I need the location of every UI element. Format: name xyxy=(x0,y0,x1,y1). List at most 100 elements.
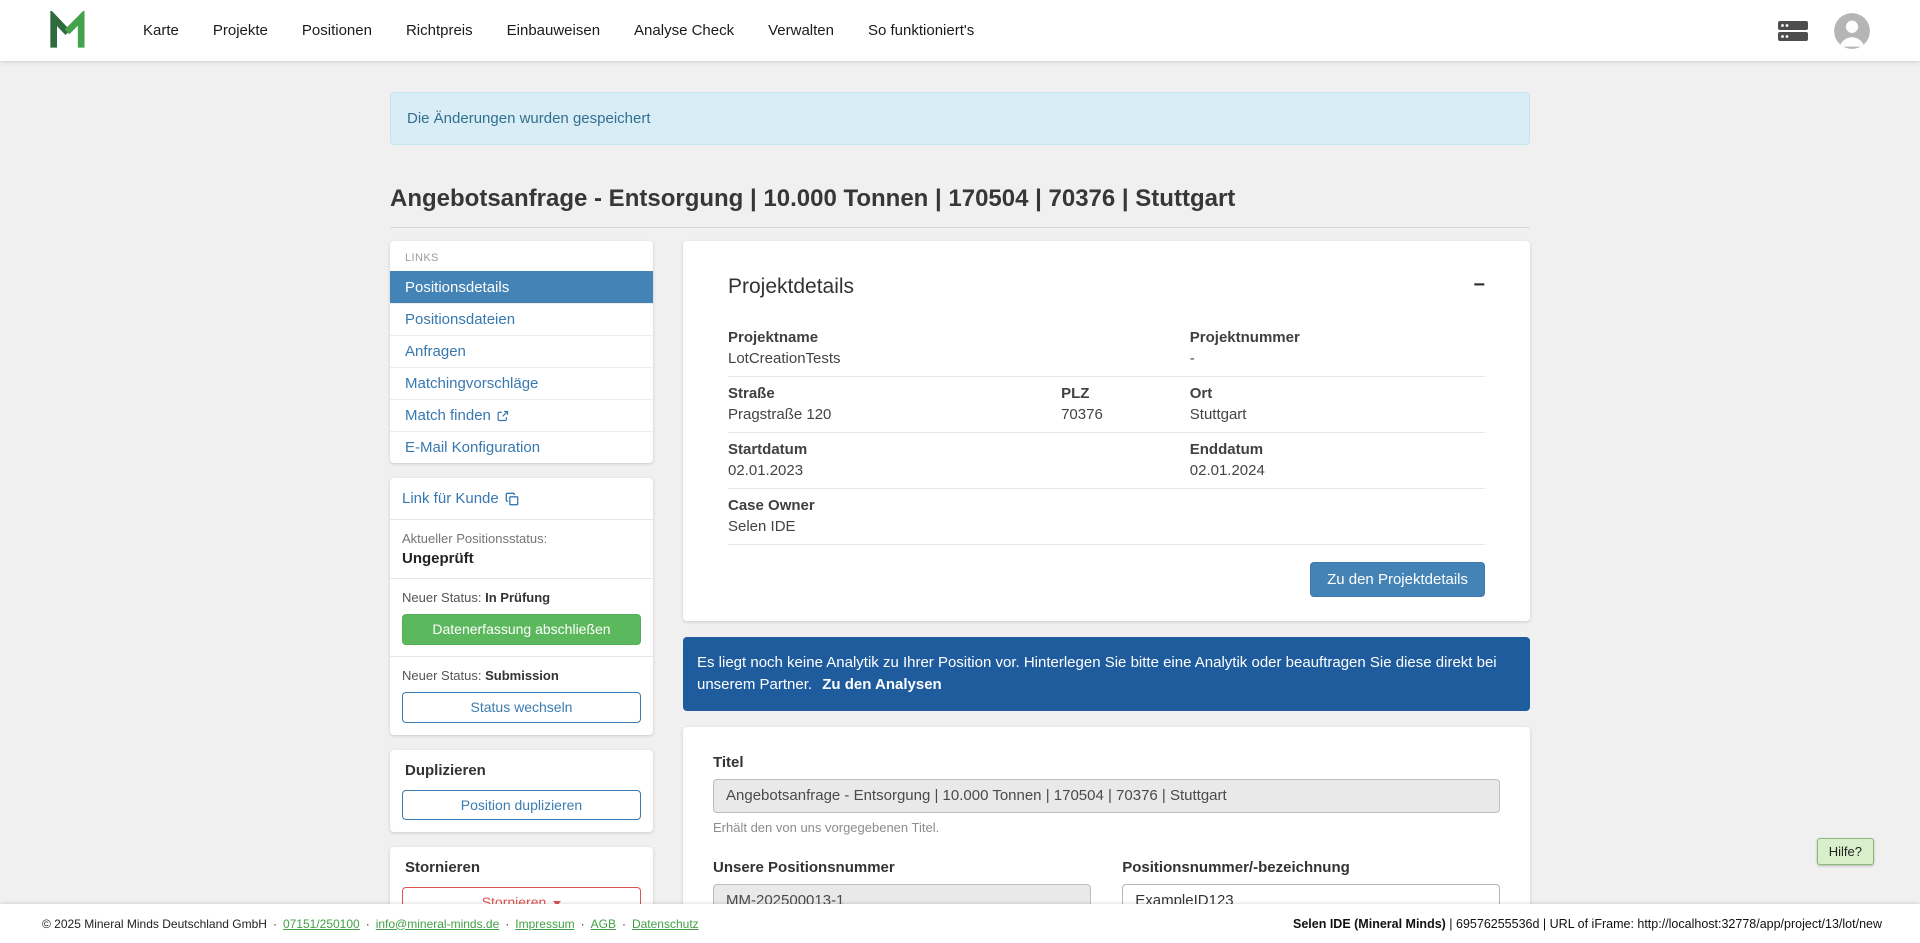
duplicate-position-button[interactable]: Position duplizieren xyxy=(402,790,641,821)
nav-item-verwalten[interactable]: Verwalten xyxy=(768,22,834,39)
field-case-owner: Case Owner Selen IDE xyxy=(728,497,1485,535)
field-label: Enddatum xyxy=(1190,441,1485,458)
field-value: Stuttgart xyxy=(1190,406,1485,423)
impressum-link[interactable]: Impressum xyxy=(515,917,574,931)
avatar[interactable] xyxy=(1834,13,1870,49)
title-label: Titel xyxy=(713,754,1500,771)
nav-item-karte[interactable]: Karte xyxy=(143,22,179,39)
field-enddatum: Enddatum 02.01.2024 xyxy=(1190,441,1485,479)
content-row: LINKS Positionsdetails Positionsdateien … xyxy=(390,241,1530,943)
agb-link[interactable]: AGB xyxy=(591,917,616,931)
sidebar-item-label: Positionsdateien xyxy=(405,311,515,328)
sidebar-item-email-konfiguration[interactable]: E-Mail Konfiguration xyxy=(390,431,653,463)
project-field-row: Straße Pragstraße 120 PLZ 70376 Ort Stut… xyxy=(728,377,1485,433)
field-label: Ort xyxy=(1190,385,1485,402)
nav-item-analyse-check[interactable]: Analyse Check xyxy=(634,22,734,39)
nav-item-so-funktionierts[interactable]: So funktioniert's xyxy=(868,22,974,39)
next-status-prefix: Neuer Status: xyxy=(402,668,482,683)
customer-link-label: Link für Kunde xyxy=(402,490,499,507)
duplicate-title: Duplizieren xyxy=(402,762,641,779)
title-help: Erhält den von uns vorgegebenen Titel. xyxy=(713,820,1500,835)
field-value: 70376 xyxy=(1061,406,1190,423)
next-status-1: Neuer Status: In Prüfung xyxy=(402,590,641,605)
field-label: Projektnummer xyxy=(1190,329,1485,346)
nav-item-positionen[interactable]: Positionen xyxy=(302,22,372,39)
separator: · xyxy=(581,917,585,931)
analytics-banner-text: Es liegt noch keine Analytik zu Ihrer Po… xyxy=(697,654,1497,693)
sidebar-item-label: Matchingvorschläge xyxy=(405,375,538,392)
field-plz: PLZ 70376 xyxy=(1061,385,1190,423)
project-field-row: Case Owner Selen IDE xyxy=(728,489,1485,545)
field-value: - xyxy=(1190,350,1485,367)
project-field-row: Startdatum 02.01.2023 Enddatum 02.01.202… xyxy=(728,433,1485,489)
logo[interactable] xyxy=(47,11,87,51)
copyright-text: © 2025 Mineral Minds Deutschland GmbH xyxy=(42,917,267,931)
analytics-link[interactable]: Zu den Analysen xyxy=(822,676,941,693)
field-label: PLZ xyxy=(1061,385,1190,402)
phone-link[interactable]: 07151/250100 xyxy=(283,917,360,931)
next-status-value: In Prüfung xyxy=(485,590,550,605)
main-nav: Karte Projekte Positionen Richtpreis Ein… xyxy=(143,22,1778,39)
field-projektname: Projektname LotCreationTests xyxy=(728,329,1190,367)
links-header: LINKS xyxy=(390,241,653,271)
finish-data-entry-button[interactable]: Datenerfassung abschließen xyxy=(402,614,641,645)
field-label: Projektname xyxy=(728,329,1190,346)
session-info: Selen IDE (Mineral Minds) | 69576255536d… xyxy=(1293,917,1882,931)
separator: · xyxy=(505,917,509,931)
copy-icon xyxy=(505,492,519,506)
divider xyxy=(390,578,653,579)
sidebar-item-anfragen[interactable]: Anfragen xyxy=(390,335,653,367)
status-card: Link für Kunde Aktueller Positionsstatus… xyxy=(390,478,653,735)
next-status-value: Submission xyxy=(485,668,559,683)
external-link-icon xyxy=(497,410,509,422)
next-status-2: Neuer Status: Submission xyxy=(402,668,641,683)
server-icon[interactable] xyxy=(1778,21,1808,41)
sidebar-item-matchingvorschlaege[interactable]: Matchingvorschläge xyxy=(390,367,653,399)
footer-left: © 2025 Mineral Minds Deutschland GmbH · … xyxy=(42,917,699,931)
field-label: Straße xyxy=(728,385,1061,402)
nav-item-richtpreis[interactable]: Richtpreis xyxy=(406,22,473,39)
footer: © 2025 Mineral Minds Deutschland GmbH · … xyxy=(0,904,1920,943)
field-startdatum: Startdatum 02.01.2023 xyxy=(728,441,1190,479)
main-column: Projektdetails − Projektname LotCreation… xyxy=(683,241,1530,943)
field-value: 02.01.2023 xyxy=(728,462,1190,479)
our-position-number-label: Unsere Positionsnummer xyxy=(713,859,1091,876)
iframe-url-info: | 69576255536d | URL of iFrame: http://l… xyxy=(1446,917,1882,931)
sidebar-item-positionsdateien[interactable]: Positionsdateien xyxy=(390,303,653,335)
project-details-title: Projektdetails xyxy=(728,275,854,299)
sidebar-item-label: Anfragen xyxy=(405,343,466,360)
navbar: Karte Projekte Positionen Richtpreis Ein… xyxy=(0,0,1920,61)
email-link[interactable]: info@mineral-minds.de xyxy=(376,917,500,931)
field-value: LotCreationTests xyxy=(728,350,1190,367)
switch-status-button[interactable]: Status wechseln xyxy=(402,692,641,723)
field-value: Selen IDE xyxy=(728,518,1485,535)
sidebar-item-label: Match finden xyxy=(405,407,491,424)
duplicate-card: Duplizieren Position duplizieren xyxy=(390,750,653,833)
project-details-card: Projektdetails − Projektname LotCreation… xyxy=(683,241,1530,621)
cancel-title: Stornieren xyxy=(402,859,641,876)
collapse-icon[interactable]: − xyxy=(1473,275,1485,295)
next-status-prefix: Neuer Status: xyxy=(402,590,482,605)
nav-item-projekte[interactable]: Projekte xyxy=(213,22,268,39)
user-info: Selen IDE (Mineral Minds) xyxy=(1293,917,1446,931)
nav-item-einbauweisen[interactable]: Einbauweisen xyxy=(507,22,600,39)
help-button[interactable]: Hilfe? xyxy=(1817,838,1874,865)
separator: · xyxy=(622,917,626,931)
sidebar: LINKS Positionsdetails Positionsdateien … xyxy=(390,241,653,943)
sidebar-item-positionsdetails[interactable]: Positionsdetails xyxy=(390,271,653,303)
datenschutz-link[interactable]: Datenschutz xyxy=(632,917,699,931)
customer-link[interactable]: Link für Kunde xyxy=(402,490,519,507)
project-field-row: Projektname LotCreationTests Projektnumm… xyxy=(728,321,1485,377)
save-confirmation-alert: Die Änderungen wurden gespeichert xyxy=(390,92,1530,145)
logo-icon xyxy=(47,11,87,51)
page-title: Angebotsanfrage - Entsorgung | 10.000 To… xyxy=(390,185,1530,228)
current-status-value: Ungeprüft xyxy=(402,550,641,567)
field-label: Startdatum xyxy=(728,441,1190,458)
divider xyxy=(390,656,653,657)
separator: · xyxy=(366,917,370,931)
field-value: Pragstraße 120 xyxy=(728,406,1061,423)
sidebar-item-match-finden[interactable]: Match finden xyxy=(390,399,653,431)
field-strasse: Straße Pragstraße 120 xyxy=(728,385,1061,423)
project-details-button[interactable]: Zu den Projektdetails xyxy=(1310,562,1485,597)
title-input xyxy=(713,779,1500,813)
